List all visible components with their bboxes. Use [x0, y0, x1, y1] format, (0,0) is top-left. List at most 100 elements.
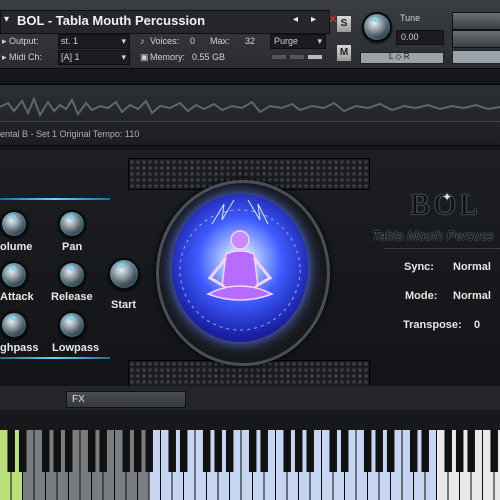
attack-knob[interactable] [0, 261, 28, 289]
output-select[interactable]: st. 1 ▾ [58, 34, 130, 49]
transpose-value[interactable]: 0 [474, 319, 480, 331]
mode-label: Mode: [405, 290, 438, 302]
purge-label: Purge [274, 36, 299, 46]
next-instrument-icon[interactable]: ▸ [311, 14, 316, 25]
memory-icon: ▣ [140, 52, 149, 62]
tune-value-field[interactable]: 0.00 [396, 30, 444, 45]
black-key[interactable] [214, 430, 222, 472]
solo-button[interactable]: S [336, 15, 352, 33]
dropdown-arrow-icon: ▾ [121, 36, 126, 46]
tune-label: Tune [400, 13, 421, 23]
pan-label: Pan [62, 241, 83, 253]
black-key[interactable] [375, 430, 383, 472]
accent-line [0, 357, 110, 359]
memory-label: Memory: [150, 52, 186, 62]
black-key[interactable] [225, 430, 234, 472]
highpass-knob[interactable] [0, 311, 28, 339]
waveform-graphic [0, 96, 500, 118]
sync-value[interactable]: Normal [453, 261, 491, 273]
mode-value[interactable]: Normal [453, 290, 491, 302]
voices-value: 0 [190, 36, 196, 46]
waveform-display: ental B - Set 1 Original Tempo: 110 [0, 84, 500, 146]
output-arrow-icon: ▸ [2, 36, 7, 46]
black-key[interactable] [294, 430, 303, 472]
black-key[interactable] [7, 430, 15, 472]
black-key[interactable] [283, 430, 291, 472]
black-key[interactable] [260, 430, 268, 472]
purge-menu[interactable]: Purge ▾ [270, 34, 326, 49]
black-key[interactable] [122, 430, 130, 472]
black-key[interactable] [409, 430, 418, 472]
release-knob[interactable] [58, 261, 86, 289]
fx-bar: FX [0, 386, 500, 410]
tune-knob[interactable] [362, 12, 392, 42]
meditation-orb [172, 194, 308, 342]
black-key[interactable] [179, 430, 188, 472]
midi-label: Midi Ch: [9, 52, 43, 62]
black-key[interactable] [18, 430, 27, 472]
black-key[interactable] [455, 430, 464, 472]
black-key[interactable] [168, 430, 176, 472]
title-bar: ▾ BOL - Tabla Mouth Percussion ◂ ▸ [0, 10, 330, 34]
black-key[interactable] [363, 430, 372, 472]
black-key[interactable] [99, 430, 107, 472]
logo-subtitle: Tabla Mouth Percuss [372, 228, 494, 243]
accent-line [0, 198, 110, 200]
start-knob[interactable] [108, 258, 140, 290]
voices-icon: ♪ [140, 36, 145, 46]
max-voices-label: Max: [210, 36, 230, 46]
voices-label: Voices: [150, 36, 180, 46]
black-key[interactable] [41, 430, 50, 472]
sparkle-icon: ✦ [442, 190, 453, 204]
black-key[interactable] [329, 430, 337, 472]
loop-info-text: ental B - Set 1 Original Tempo: 110 [0, 129, 140, 139]
black-key[interactable] [421, 430, 429, 472]
midi-value: [A] 1 [61, 52, 80, 62]
piano-keyboard[interactable] [0, 430, 500, 500]
black-key[interactable] [53, 430, 61, 472]
midi-channel-select[interactable]: [A] 1 ▾ [58, 50, 130, 65]
black-key[interactable] [306, 430, 314, 472]
pan-slider[interactable]: L ◇ R [360, 52, 444, 64]
instrument-title[interactable]: BOL - Tabla Mouth Percussion [17, 13, 205, 28]
attack-label: Attack [0, 291, 34, 303]
sync-label: Sync: [404, 261, 434, 273]
black-key[interactable] [87, 430, 96, 472]
main-panel: olume Pan Attack Release ghpass Lowpass … [0, 150, 500, 400]
lowpass-label: Lowpass [52, 342, 100, 354]
pan-center-label: L ◇ R [389, 52, 410, 61]
pan-knob[interactable] [58, 210, 86, 238]
black-key[interactable] [145, 430, 153, 472]
midi-arrow-icon: ▸ [2, 52, 7, 62]
black-key[interactable] [133, 430, 142, 472]
black-key[interactable] [467, 430, 475, 472]
mute-button[interactable]: M [336, 44, 352, 62]
max-voices-value[interactable]: 32 [245, 36, 255, 46]
tune-value: 0.00 [401, 32, 419, 42]
keyboard-keys[interactable] [0, 430, 500, 500]
volume-slider[interactable] [452, 50, 500, 64]
collapse-arrow-icon[interactable]: ▾ [4, 14, 9, 25]
black-key[interactable] [490, 430, 498, 472]
transpose-label: Transpose: [403, 319, 462, 331]
black-key[interactable] [64, 430, 73, 472]
black-key[interactable] [444, 430, 452, 472]
meditation-figure-icon [179, 199, 301, 331]
fx-tab-label: FX [72, 394, 85, 405]
black-key[interactable] [386, 430, 395, 472]
output-label: Output: [9, 36, 39, 46]
level-meter-top [452, 12, 500, 30]
instrument-header: ▾ BOL - Tabla Mouth Percussion ◂ ▸ ✕ ▸ O… [0, 0, 500, 69]
level-meter-bottom [452, 30, 500, 48]
lowpass-knob[interactable] [58, 311, 86, 339]
black-key[interactable] [340, 430, 349, 472]
output-value: st. 1 [61, 36, 79, 46]
black-key[interactable] [248, 430, 257, 472]
meter-segment [272, 55, 286, 59]
volume-knob[interactable] [0, 210, 28, 238]
prev-instrument-icon[interactable]: ◂ [293, 14, 298, 25]
volume-label: olume [0, 241, 33, 253]
black-key[interactable] [202, 430, 211, 472]
fx-tab[interactable]: FX [66, 391, 186, 408]
dropdown-arrow-icon: ▾ [121, 52, 126, 62]
